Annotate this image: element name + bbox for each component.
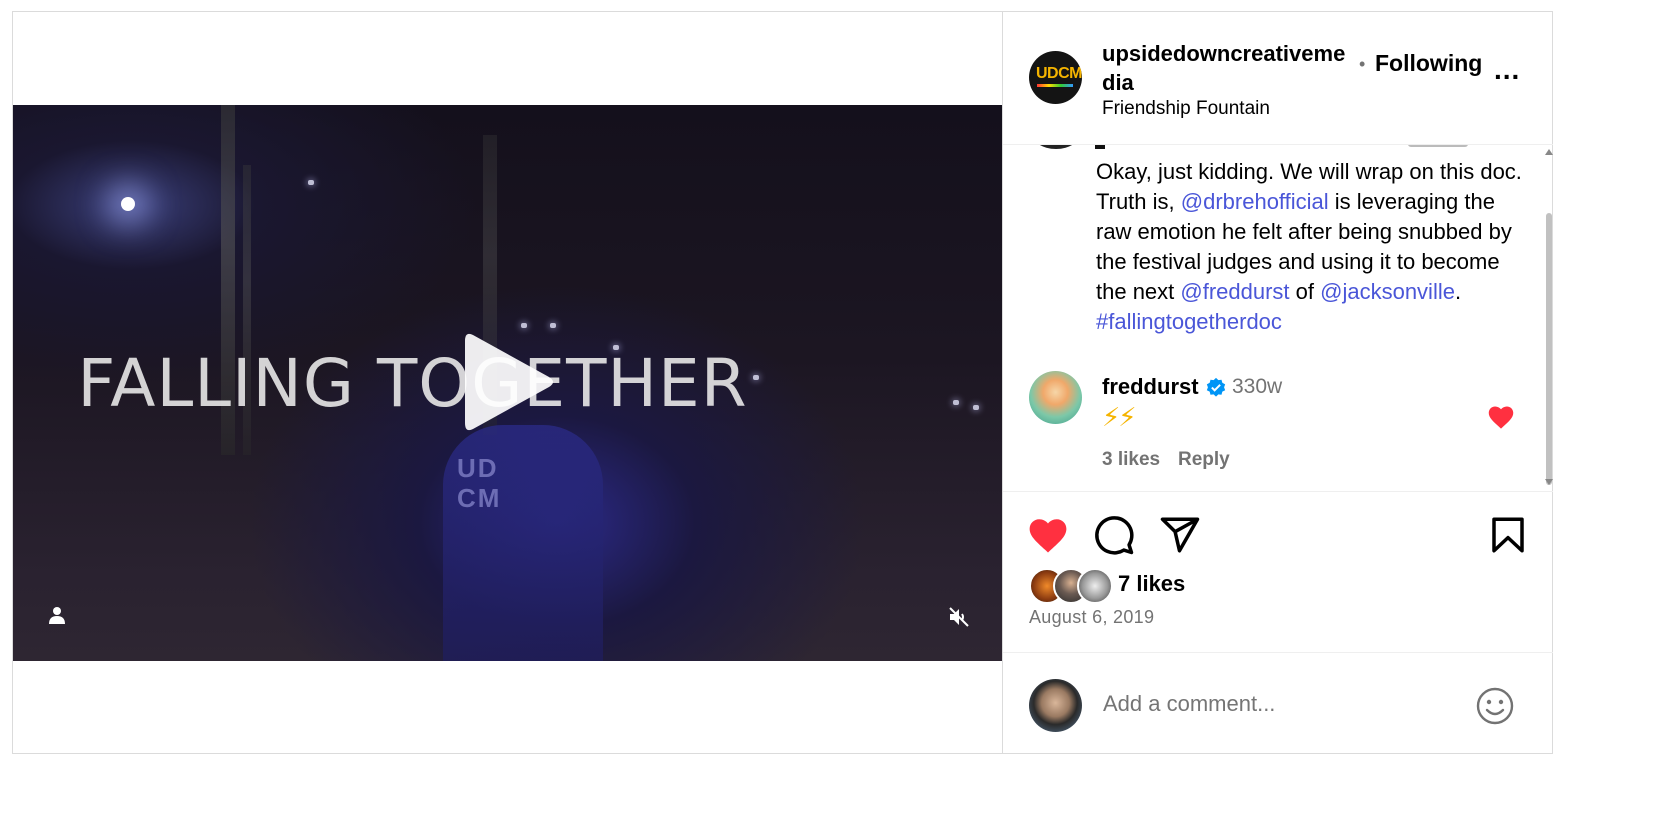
caption-username-partial [1095, 145, 1105, 149]
add-comment-bar [1003, 652, 1553, 755]
author-avatar[interactable]: UDCM [1029, 51, 1082, 104]
emoji-icon[interactable] [1475, 686, 1515, 726]
street-lamp [121, 197, 135, 211]
post-actions: 7 likes August 6, 2019 [1003, 491, 1553, 754]
comment-likes[interactable]: 3 likes [1102, 449, 1160, 471]
comment-like-heart-icon[interactable] [1487, 404, 1515, 430]
following-button[interactable]: Following [1375, 50, 1482, 77]
user-tag-icon[interactable] [47, 605, 67, 625]
location-link[interactable]: Friendship Fountain [1102, 98, 1270, 120]
video-player[interactable]: UD CM FALLING TOGETHER [13, 105, 1002, 661]
caption-text: Okay, just kidding. We will wrap on this… [1096, 159, 1522, 334]
city-light [973, 405, 979, 410]
avatar-logo-text: UDCM [1036, 65, 1082, 82]
scroll-down-arrow-icon[interactable] [1545, 479, 1553, 485]
liker-avatars[interactable] [1029, 568, 1115, 604]
author-username[interactable]: upsidedowncreativemedia [1102, 39, 1352, 97]
caption-time-partial [1408, 145, 1468, 147]
scrollbar-thumb[interactable] [1546, 213, 1552, 485]
post-date[interactable]: August 6, 2019 [1029, 607, 1154, 628]
city-light [308, 180, 314, 185]
comment-icon[interactable] [1093, 514, 1135, 556]
comments-list[interactable]: Okay, just kidding. We will wrap on this… [1003, 145, 1553, 490]
separator-dot: • [1359, 54, 1366, 74]
side-panel: UDCM upsidedowncreativemedia • Following… [1002, 12, 1553, 753]
reply-button[interactable]: Reply [1178, 449, 1230, 471]
save-bookmark-icon[interactable] [1487, 514, 1529, 556]
city-light [953, 400, 959, 405]
post-header: UDCM upsidedowncreativemedia • Following… [1003, 12, 1553, 145]
like-heart-icon[interactable] [1027, 514, 1069, 556]
more-options-icon[interactable]: ... [1494, 56, 1520, 84]
comment-text: ⚡⚡ [1102, 402, 1136, 432]
comment-input[interactable] [1103, 691, 1433, 717]
post-container: UD CM FALLING TOGETHER UDCM upsidedowncr… [12, 11, 1553, 754]
commenter-username[interactable]: freddurst [1102, 374, 1199, 400]
mention-link[interactable]: @freddurst [1180, 279, 1289, 304]
verified-badge-icon [1206, 377, 1226, 397]
comment-timestamp[interactable]: 330w [1232, 375, 1282, 399]
current-user-avatar [1029, 679, 1082, 732]
caption-avatar[interactable] [1031, 145, 1081, 149]
commenter-avatar[interactable] [1029, 371, 1082, 424]
mute-icon[interactable] [947, 605, 971, 629]
likes-count[interactable]: 7 likes [1118, 571, 1185, 597]
shirt-logo: UD CM [457, 453, 502, 513]
mention-link[interactable]: @jacksonville [1320, 279, 1455, 304]
liker-avatar [1077, 568, 1113, 604]
media-panel: UD CM FALLING TOGETHER [13, 12, 1002, 753]
scroll-up-arrow-icon[interactable] [1545, 149, 1553, 155]
play-icon[interactable] [459, 327, 559, 437]
mention-link[interactable]: @drbrehofficial [1181, 189, 1329, 214]
hashtag-link[interactable]: #fallingtogetherdoc [1096, 309, 1282, 334]
share-icon[interactable] [1159, 514, 1201, 556]
